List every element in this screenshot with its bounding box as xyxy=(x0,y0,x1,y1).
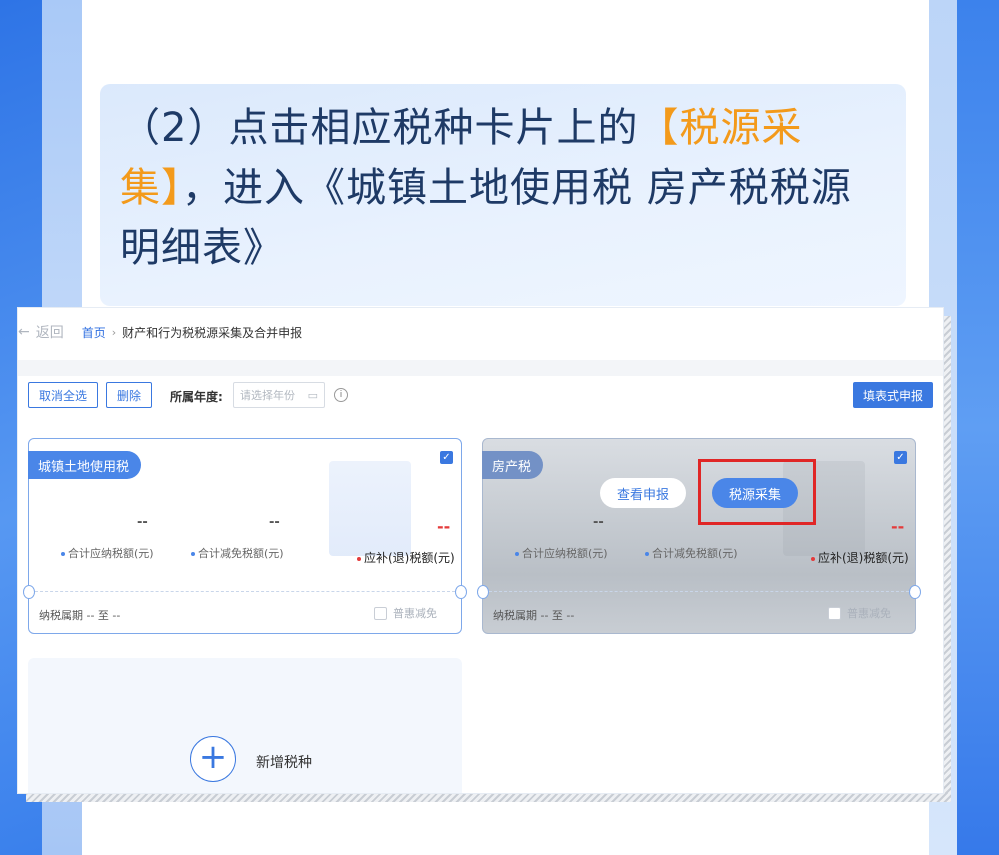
plus-icon[interactable]: + xyxy=(190,736,236,782)
back-button[interactable]: ← 返回 xyxy=(18,322,64,342)
form-declare-button[interactable]: 填表式申报 xyxy=(853,382,933,408)
card-divider xyxy=(489,591,909,592)
relief-amount: -- xyxy=(269,515,280,530)
payable-amount-label: 应补(退)税额(元) xyxy=(811,549,909,566)
chevron-right-icon: › xyxy=(111,325,117,339)
year-picker[interactable]: 请选择年份 ▭ xyxy=(233,382,325,408)
tax-period: 纳税属期 -- 至 -- xyxy=(39,609,121,622)
screenshot-shadow-bottom xyxy=(26,793,951,802)
highlight-box xyxy=(698,459,816,525)
breadcrumb-current: 财产和行为税税源采集及合并申报 xyxy=(122,325,303,340)
due-amount-label: 合计应纳税额(元) xyxy=(61,545,154,561)
arrow-left-icon: ← xyxy=(18,324,30,340)
section-divider xyxy=(18,360,943,376)
view-declaration-button[interactable]: 查看申报 xyxy=(600,478,686,508)
breadcrumb-home[interactable]: 首页 xyxy=(82,324,106,341)
embedded-screenshot: ← 返回 首页 › 财产和行为税税源采集及合并申报 取消全选 删除 所属年度: 请… xyxy=(18,308,943,793)
toolbar: 取消全选 删除 所属年度: 请选择年份 ▭ i 填表式申报 xyxy=(28,382,933,410)
instruction-text: （2）点击相应税种卡片上的【税源采集】，进入《城镇土地使用税 房产税税源明细表》 xyxy=(120,105,852,271)
card-checkbox[interactable]: ✓ xyxy=(894,451,907,464)
preferential-relief-checkbox[interactable]: 普惠减免 xyxy=(374,605,437,621)
payable-amount: -- xyxy=(891,517,905,536)
tax-card-land-use[interactable]: 城镇土地使用税 ✓ -- 合计应纳税额(元) -- 合计减免税额(元) -- 应… xyxy=(23,438,467,634)
relief-amount-label: 合计减免税额(元) xyxy=(645,545,738,561)
card-tag: 房产税 xyxy=(482,451,544,479)
card-tag: 城镇土地使用税 xyxy=(28,451,142,479)
payable-amount: -- xyxy=(437,517,451,536)
tax-period: 纳税属期 -- 至 -- xyxy=(493,609,575,622)
deselect-all-button[interactable]: 取消全选 xyxy=(28,382,99,408)
add-tax-card[interactable] xyxy=(28,658,462,793)
info-icon[interactable]: i xyxy=(334,388,348,402)
delete-button[interactable]: 删除 xyxy=(106,382,153,408)
card-divider xyxy=(35,591,455,592)
due-amount: -- xyxy=(593,515,604,530)
year-label: 所属年度: xyxy=(170,390,223,404)
due-amount: -- xyxy=(137,515,148,530)
calendar-icon: ▭ xyxy=(307,388,318,402)
preferential-relief-checkbox[interactable]: 普惠减免 xyxy=(828,605,891,621)
relief-amount-label: 合计减免税额(元) xyxy=(191,545,284,561)
breadcrumb: ← 返回 首页 › 财产和行为税税源采集及合并申报 xyxy=(18,322,302,342)
add-tax-label[interactable]: 新增税种 xyxy=(256,752,312,772)
card-checkbox[interactable]: ✓ xyxy=(440,451,453,464)
due-amount-label: 合计应纳税额(元) xyxy=(515,545,608,561)
payable-amount-label: 应补(退)税额(元) xyxy=(357,549,455,566)
card-watermark-icon xyxy=(329,461,411,556)
